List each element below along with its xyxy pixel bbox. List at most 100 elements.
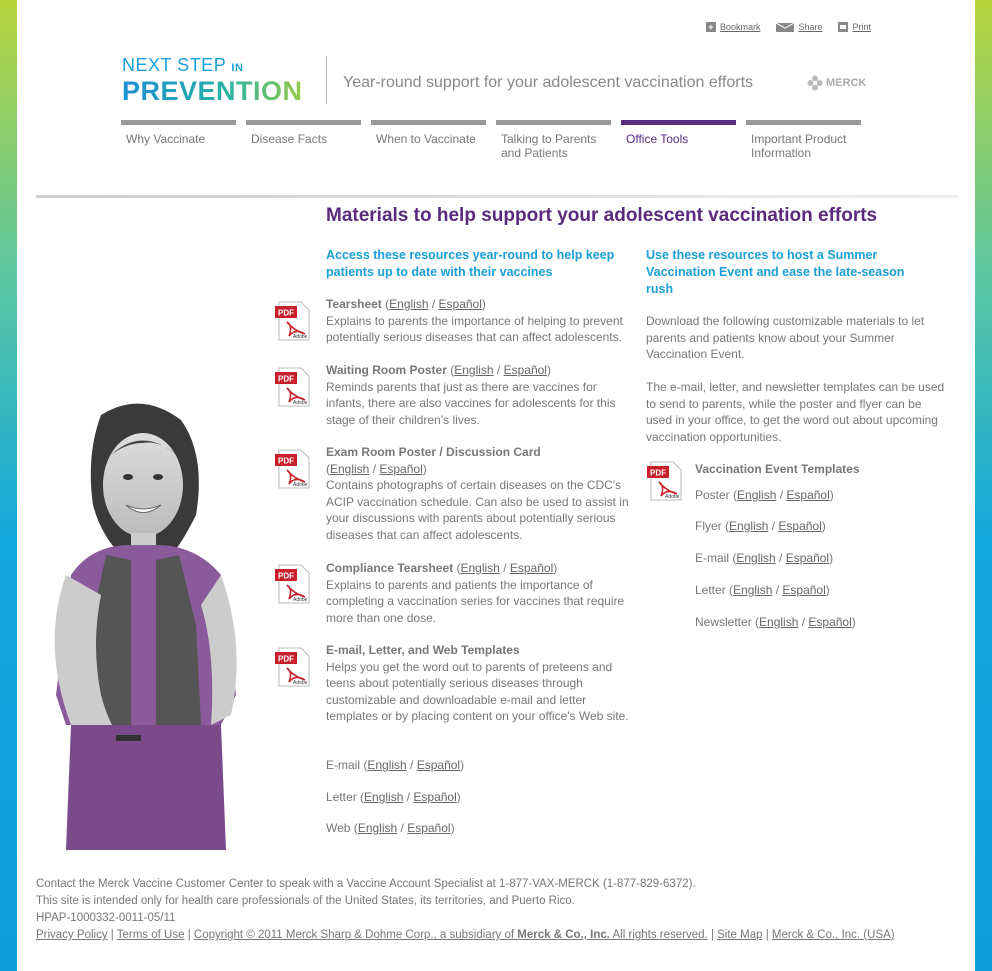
print-link[interactable]: Print bbox=[838, 22, 871, 32]
nav-why-vaccinate[interactable]: Why Vaccinate bbox=[121, 120, 236, 160]
copyright-text: Copyright © 2011 Merck Sharp & Dohme Cor… bbox=[193, 929, 518, 941]
bookmark-link[interactable]: + Bookmark bbox=[705, 22, 760, 32]
logo-line1-small: IN bbox=[231, 62, 244, 74]
svg-text:Adobe: Adobe bbox=[293, 680, 308, 686]
resource-desc: Helps you get the word out to parents of… bbox=[326, 659, 629, 724]
letter-template-links: Letter (English / Español) bbox=[326, 790, 461, 804]
site-map-link[interactable]: Site Map bbox=[717, 929, 762, 941]
poster-links: Poster (English / Español) bbox=[695, 488, 834, 502]
espanol-link[interactable]: Español bbox=[504, 363, 547, 377]
share-link[interactable]: Share bbox=[776, 22, 822, 32]
resource-title: Tearsheet bbox=[326, 297, 382, 311]
pdf-icon[interactable]: PDF Adobe bbox=[275, 300, 313, 342]
site-logo[interactable]: NEXT STEP IN PREVENTION bbox=[122, 56, 312, 105]
nav-disease-facts[interactable]: Disease Facts bbox=[246, 120, 361, 160]
pdf-icon[interactable]: PDF Adobe bbox=[275, 563, 313, 605]
flyer-links: Flyer (English / Español) bbox=[695, 519, 826, 533]
link-row-label: Letter bbox=[695, 583, 726, 597]
svg-text:PDF: PDF bbox=[278, 572, 294, 581]
utility-bar: + Bookmark Share Print bbox=[705, 22, 871, 32]
pdf-icon[interactable]: PDF Adobe bbox=[275, 366, 313, 408]
espanol-link[interactable]: Español bbox=[417, 758, 460, 772]
merck-logo: MERCK bbox=[807, 75, 866, 91]
logo-line1: NEXT STEP bbox=[122, 55, 226, 75]
link-row-label: Web bbox=[326, 821, 351, 835]
english-link[interactable]: English bbox=[736, 551, 775, 565]
resource-desc: Explains to parents the importance of he… bbox=[326, 313, 623, 345]
espanol-link[interactable]: Español bbox=[808, 615, 851, 629]
espanol-link[interactable]: Español bbox=[510, 561, 553, 575]
svg-text:PDF: PDF bbox=[278, 457, 294, 466]
copyright-link[interactable]: Copyright © 2011 Merck Sharp & Dohme Cor… bbox=[194, 929, 708, 941]
footer-code: HPAP-1000332-0011-05/11 bbox=[36, 912, 176, 924]
espanol-link[interactable]: Español bbox=[439, 297, 482, 311]
merck-wordmark: MERCK bbox=[826, 77, 867, 89]
header-rule bbox=[36, 195, 958, 198]
nav-talking-to-parents[interactable]: Talking to Parents and Patients bbox=[496, 120, 611, 160]
left-column-heading: Access these resources year-round to hel… bbox=[326, 248, 615, 279]
resource-desc: Contains photographs of certain diseases… bbox=[326, 478, 629, 542]
english-link[interactable]: English bbox=[454, 363, 493, 377]
right-paragraph-2: The e-mail, letter, and newsletter templ… bbox=[646, 380, 945, 444]
nav-important-product-info[interactable]: Important Product Information bbox=[746, 120, 861, 160]
english-link[interactable]: English bbox=[729, 519, 768, 533]
nav-office-tools[interactable]: Office Tools bbox=[621, 120, 736, 160]
link-row-label: Flyer bbox=[695, 519, 722, 533]
svg-text:Adobe: Adobe bbox=[293, 400, 308, 406]
espanol-link[interactable]: Español bbox=[413, 790, 456, 804]
merck-mark-icon bbox=[807, 75, 823, 91]
merck-usa-link[interactable]: Merck & Co., Inc. (USA) bbox=[772, 929, 895, 941]
copyright-company: Merck & Co., Inc. bbox=[517, 929, 610, 941]
girl-photo bbox=[54, 403, 237, 850]
english-link[interactable]: English bbox=[461, 561, 500, 575]
english-link[interactable]: English bbox=[759, 615, 798, 629]
resource-title: E-mail, Letter, and Web Templates bbox=[326, 643, 520, 657]
main-nav: Why Vaccinate Disease Facts When to Vacc… bbox=[121, 120, 861, 160]
espanol-link[interactable]: Español bbox=[778, 519, 821, 533]
english-link[interactable]: English bbox=[389, 297, 428, 311]
link-row-label: Letter bbox=[326, 790, 357, 804]
espanol-link[interactable]: Español bbox=[782, 583, 825, 597]
espanol-link[interactable]: Español bbox=[379, 462, 422, 476]
nav-when-to-vaccinate[interactable]: When to Vaccinate bbox=[371, 120, 486, 160]
svg-text:PDF: PDF bbox=[278, 655, 294, 664]
resource-exam-room-poster: Exam Room Poster / Discussion Card (Engl… bbox=[326, 444, 631, 543]
header-divider bbox=[326, 56, 327, 104]
espanol-link[interactable]: Español bbox=[786, 551, 829, 565]
espanol-link[interactable]: Español bbox=[786, 488, 829, 502]
email-template-links: E-mail (English / Español) bbox=[326, 758, 465, 772]
tagline: Year-round support for your adolescent v… bbox=[343, 74, 754, 91]
english-link[interactable]: English bbox=[737, 488, 776, 502]
resource-title: Waiting Room Poster bbox=[326, 363, 447, 377]
resource-title: Exam Room Poster / Discussion Card bbox=[326, 445, 541, 459]
svg-text:Adobe: Adobe bbox=[293, 334, 308, 340]
resource-tearsheet: Tearsheet (English / Español) Explains t… bbox=[326, 296, 631, 346]
envelope-icon bbox=[776, 22, 795, 32]
link-row-label: E-mail bbox=[326, 758, 361, 772]
pdf-icon[interactable]: PDF Adobe bbox=[275, 448, 313, 490]
resource-desc: Reminds parents that just as there are v… bbox=[326, 379, 616, 427]
english-link[interactable]: English bbox=[367, 758, 406, 772]
footer-disclaimer: This site is intended only for health ca… bbox=[36, 895, 575, 907]
english-link[interactable]: English bbox=[330, 462, 369, 476]
logo-line2: PREVENTION bbox=[122, 77, 312, 105]
english-link[interactable]: English bbox=[358, 821, 397, 835]
resource-waiting-room-poster: Waiting Room Poster (English / Español) … bbox=[326, 362, 631, 428]
footer-contact: Contact the Merck Vaccine Customer Cente… bbox=[36, 878, 696, 890]
page-title: Materials to help support your adolescen… bbox=[326, 205, 878, 226]
terms-of-use-link[interactable]: Terms of Use bbox=[117, 929, 185, 941]
pdf-icon[interactable]: PDF Adobe bbox=[275, 646, 313, 688]
event-templates-title: Vaccination Event Templates bbox=[695, 462, 860, 476]
letter-links: Letter (English / Español) bbox=[695, 583, 830, 597]
print-label: Print bbox=[852, 22, 871, 32]
english-link[interactable]: English bbox=[733, 583, 772, 597]
espanol-link[interactable]: Español bbox=[407, 821, 450, 835]
privacy-policy-link[interactable]: Privacy Policy bbox=[36, 929, 108, 941]
resource-templates: E-mail, Letter, and Web Templates Helps … bbox=[326, 642, 631, 725]
footer-links: Privacy Policy | Terms of Use | Copyrigh… bbox=[36, 929, 895, 941]
pdf-icon[interactable]: PDF Adobe bbox=[647, 460, 685, 502]
resource-title: Compliance Tearsheet bbox=[326, 561, 454, 575]
english-link[interactable]: English bbox=[364, 790, 403, 804]
svg-text:Adobe: Adobe bbox=[293, 482, 308, 488]
email-links: E-mail (English / Español) bbox=[695, 551, 834, 565]
